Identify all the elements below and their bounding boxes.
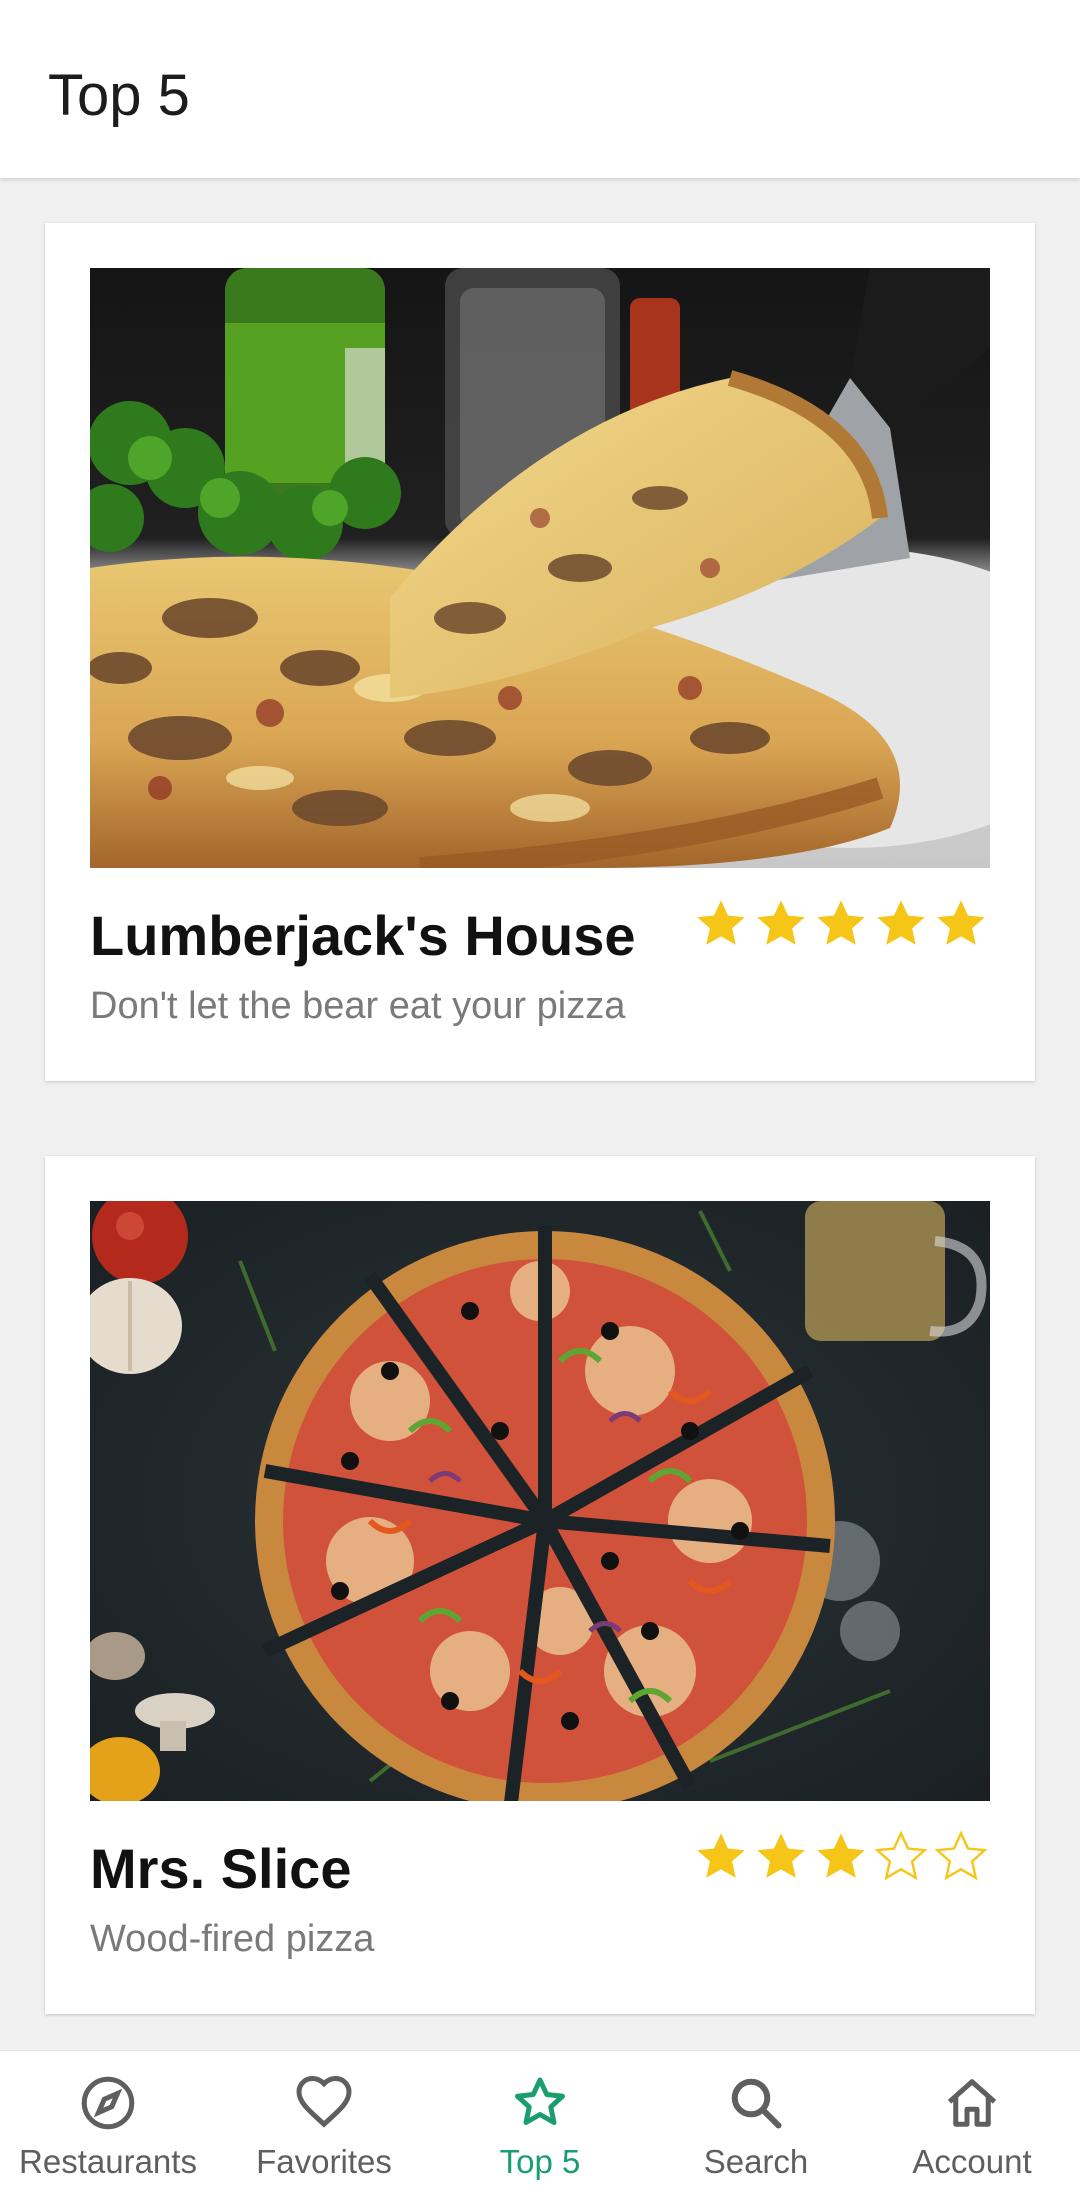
star-filled-icon (692, 1828, 750, 1886)
bottom-navigation: Restaurants Favorites Top 5 Search Accou… (0, 2050, 1080, 2200)
rating-stars (692, 895, 990, 953)
star-filled-icon (812, 1828, 870, 1886)
star-filled-icon (932, 895, 990, 953)
nav-label: Search (703, 2143, 809, 2180)
nav-item-restaurants[interactable]: Restaurants (0, 2051, 216, 2200)
compass-icon (78, 2073, 138, 2133)
star-icon (510, 2073, 570, 2133)
nav-label: Top 5 (499, 2143, 581, 2180)
restaurant-tagline: Don't let the bear eat your pizza (90, 985, 626, 1027)
nav-label: Restaurants (19, 2143, 197, 2180)
page-title: Top 5 (48, 63, 190, 128)
search-icon (726, 2073, 786, 2133)
nav-item-account[interactable]: Account (864, 2051, 1080, 2200)
restaurant-name: Mrs. Slice (90, 1837, 352, 1900)
nav-item-top5[interactable]: Top 5 (432, 2051, 648, 2200)
star-filled-icon (872, 895, 930, 953)
app-bar: Top 5 (0, 0, 1080, 178)
nav-item-favorites[interactable]: Favorites (216, 2051, 432, 2200)
star-filled-icon (692, 895, 750, 953)
nav-label: Account (912, 2143, 1032, 2180)
rating-stars (692, 1828, 990, 1886)
restaurant-card[interactable]: Mrs. Slice Wood-fired pizza (45, 1156, 1035, 2014)
restaurant-list[interactable]: Lumberjack's House Don't let the bear ea… (0, 178, 1080, 2050)
nav-label: Favorites (256, 2143, 392, 2180)
nav-item-search[interactable]: Search (648, 2051, 864, 2200)
star-filled-icon (752, 1828, 810, 1886)
star-outline-icon (932, 1828, 990, 1886)
star-outline-icon (872, 1828, 930, 1886)
home-icon (942, 2073, 1002, 2133)
restaurant-card[interactable]: Lumberjack's House Don't let the bear ea… (45, 223, 1035, 1081)
star-filled-icon (812, 895, 870, 953)
star-filled-icon (752, 895, 810, 953)
restaurant-name: Lumberjack's House (90, 904, 636, 967)
restaurant-tagline: Wood-fired pizza (90, 1918, 375, 1960)
restaurant-photo (90, 268, 990, 868)
restaurant-photo (90, 1201, 990, 1801)
heart-icon (294, 2073, 354, 2133)
